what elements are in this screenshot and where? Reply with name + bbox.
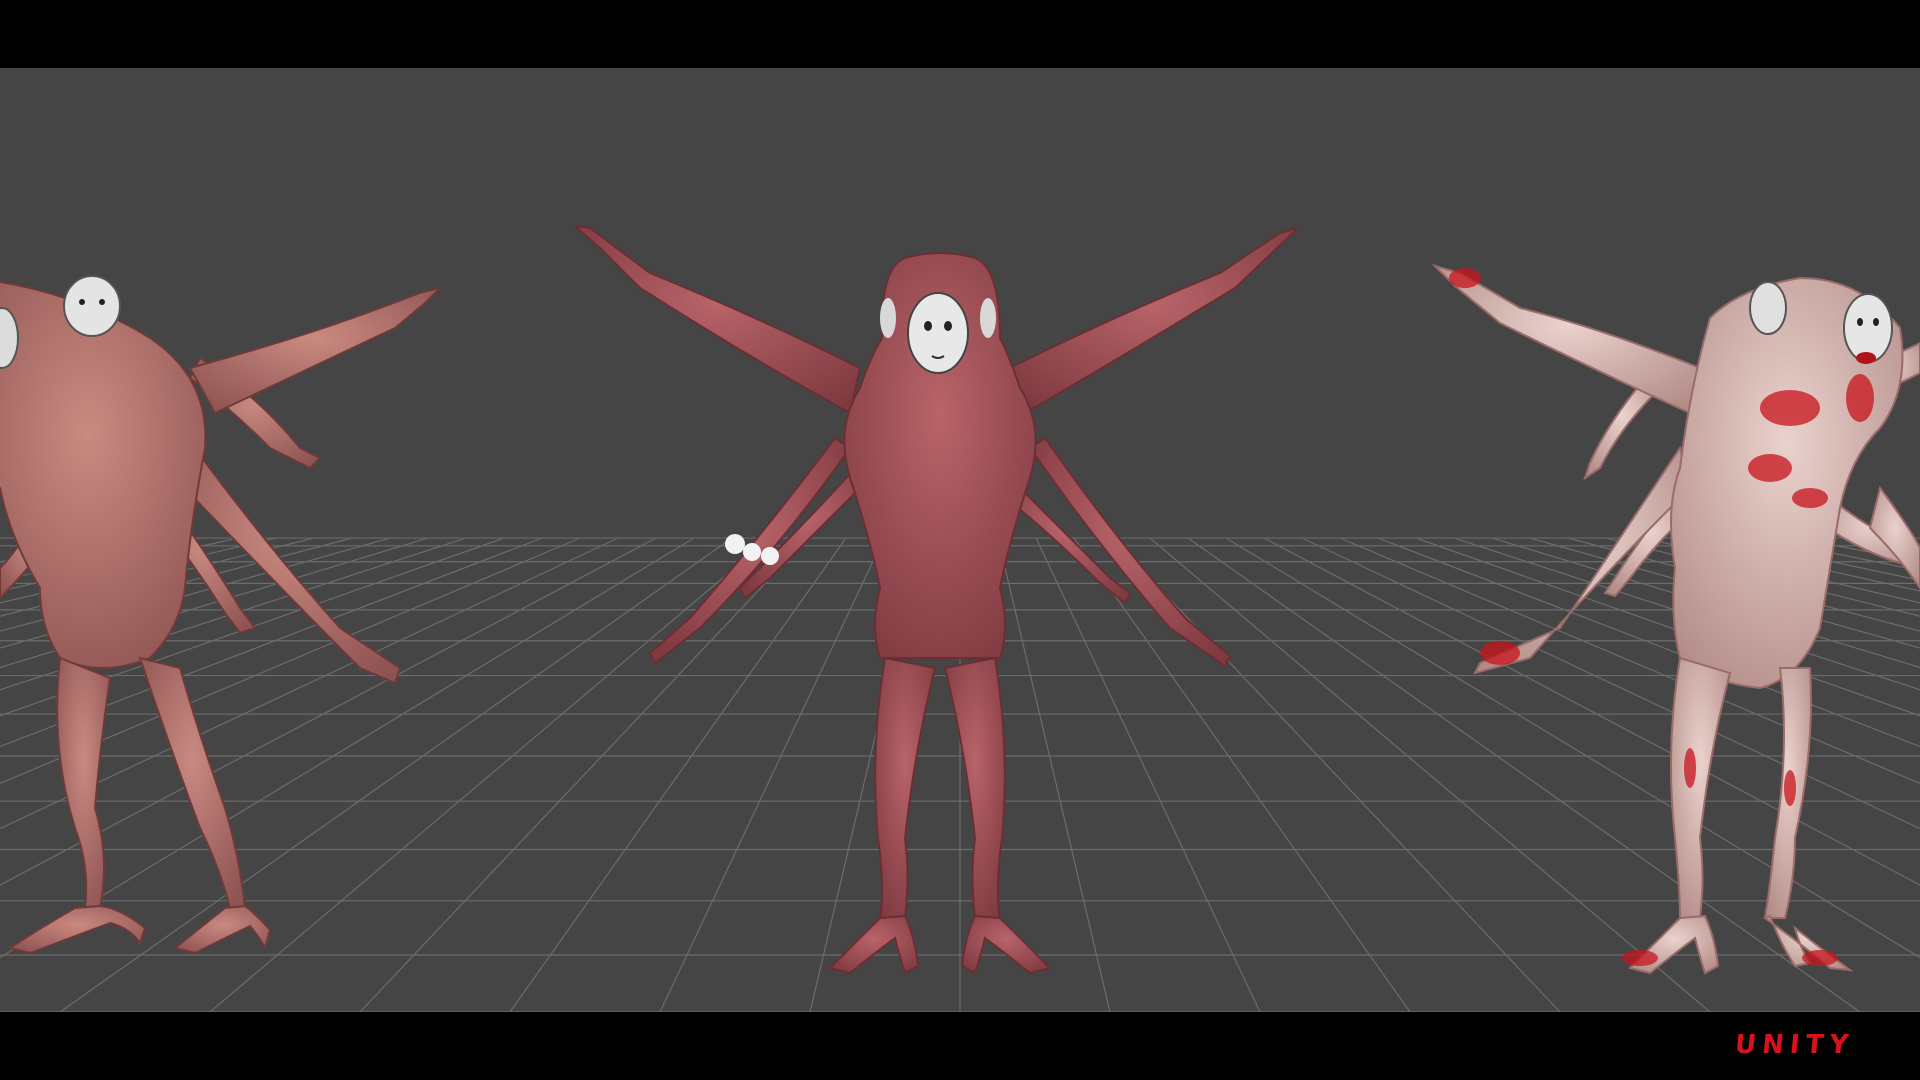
scene-viewport[interactable]	[0, 68, 1920, 1012]
letterbox-bottom	[0, 1012, 1920, 1080]
render-frame: UNITY	[0, 0, 1920, 1080]
engine-logo: UNITY	[1733, 1030, 1856, 1060]
letterbox-top	[0, 0, 1920, 68]
scene-canvas	[0, 224, 1920, 1012]
